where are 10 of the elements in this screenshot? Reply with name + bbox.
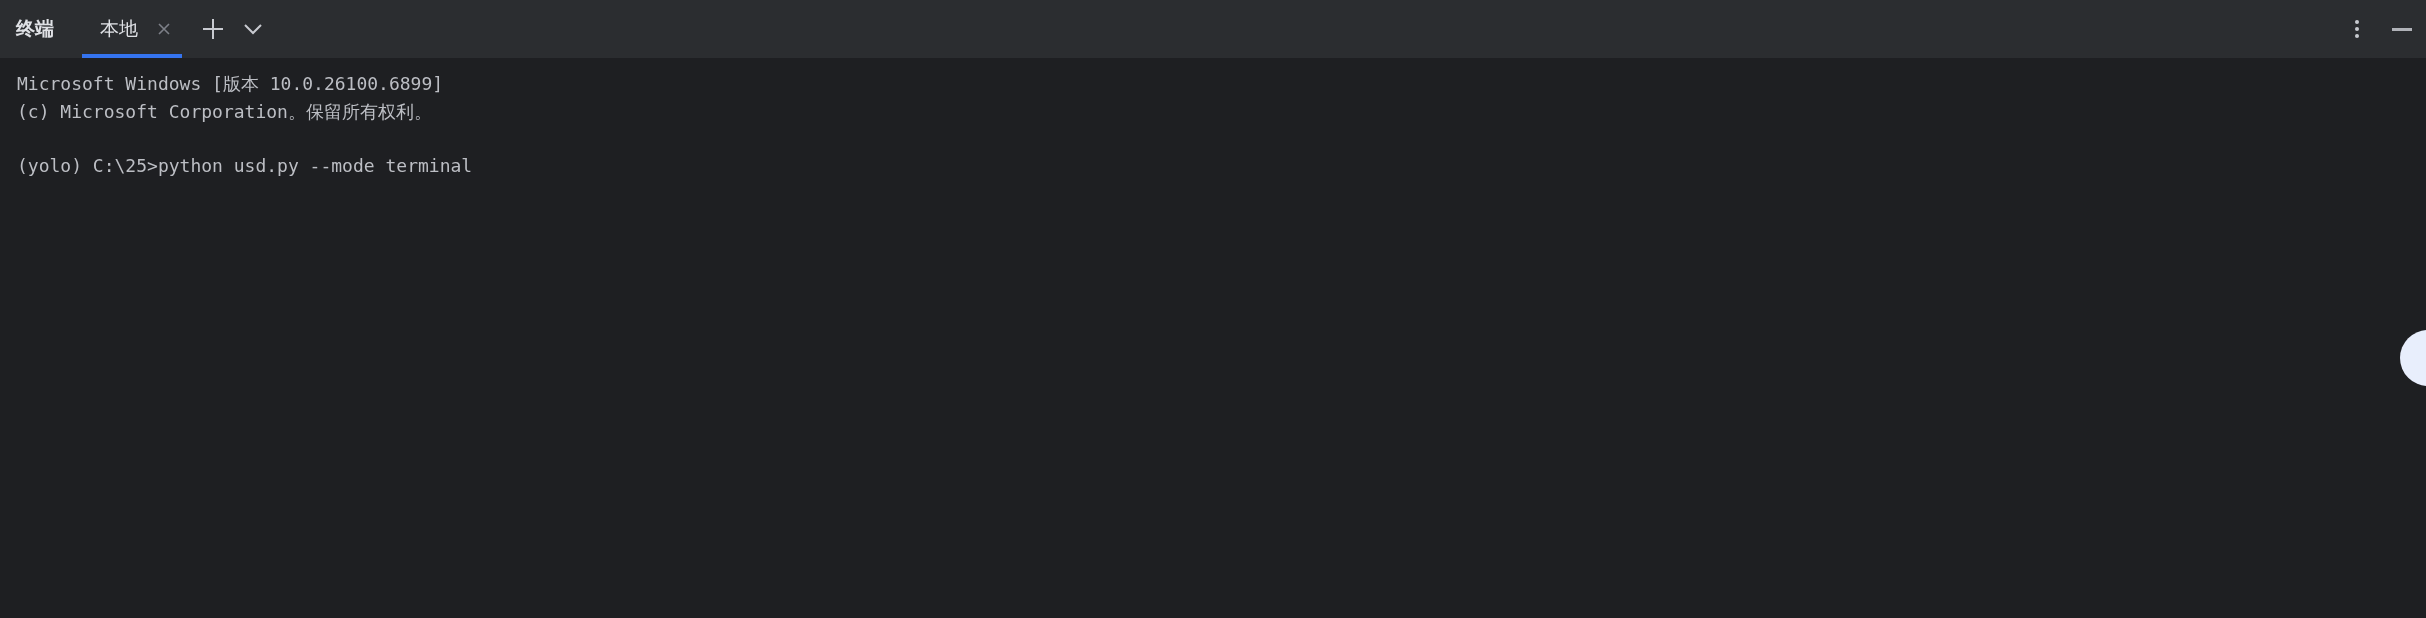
chevron-down-icon[interactable] (244, 23, 262, 35)
more-options-icon[interactable] (2354, 19, 2360, 39)
minimize-icon[interactable] (2392, 27, 2412, 31)
panel-title: 终端 (16, 16, 54, 41)
terminal-line: (c) Microsoft Corporation。保留所有权利。 (17, 100, 432, 124)
close-icon[interactable] (158, 23, 170, 35)
terminal-line: Microsoft Windows [版本 10.0.26100.6899] (17, 72, 444, 96)
terminal-tab[interactable]: 本地 (82, 0, 182, 58)
terminal-line: (yolo) C:\25>python usd.py --mode terminal (17, 154, 473, 178)
add-tab-icon[interactable] (202, 18, 224, 40)
